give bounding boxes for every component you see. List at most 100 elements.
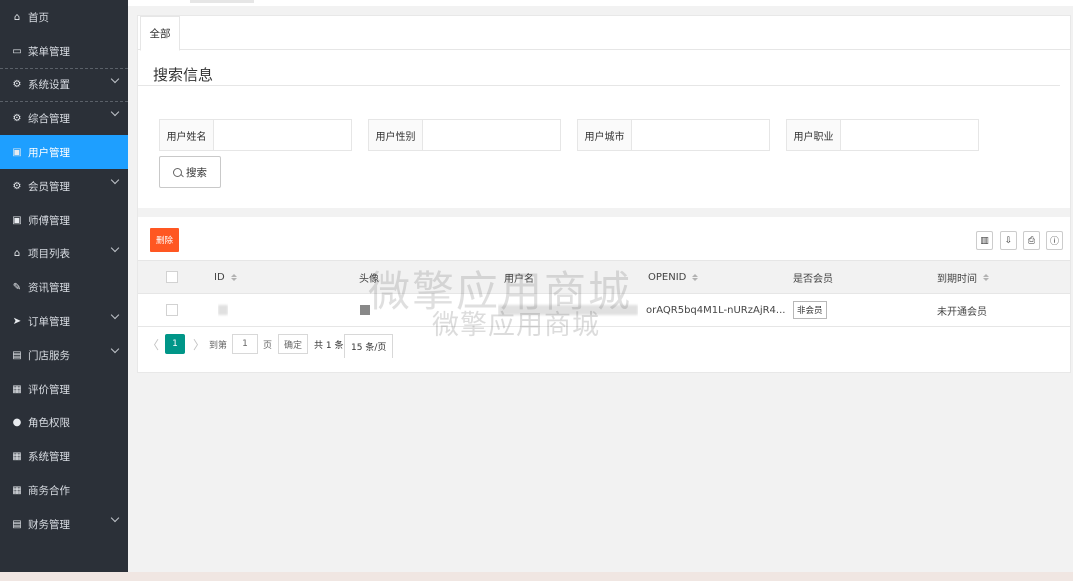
document-icon: ▤ [12, 349, 22, 361]
sidebar-item[interactable]: ▤ 财务管理 [0, 507, 128, 541]
sidebar-item[interactable]: ⚙ 系统设置 [0, 67, 128, 102]
sort-icon[interactable] [692, 273, 699, 281]
row-checkbox[interactable] [166, 294, 178, 326]
row-openid: orAQR5bq4M1L-nURzAjR4... [646, 304, 786, 316]
sort-icon[interactable] [230, 273, 237, 281]
search-field-city-label: 用户城市 [578, 120, 632, 150]
sidebar-item-label: 会员管理 [28, 180, 70, 193]
tab-bar: 全部 [138, 16, 1070, 51]
search-field-gender-label: 用户性别 [369, 120, 423, 150]
chevron-down-icon [110, 108, 120, 117]
sidebar-item[interactable]: ▦ 商务合作 [0, 473, 128, 507]
sidebar-item[interactable]: ▣ 用户管理 [0, 135, 128, 169]
sidebar-item-label: 综合管理 [28, 113, 70, 126]
chevron-down-icon [110, 74, 120, 83]
window-icon: ▭ [12, 45, 22, 57]
sidebar-item-label: 订单管理 [28, 316, 70, 329]
top-tab-strip [128, 0, 1073, 6]
car-icon: ● [12, 417, 22, 429]
search-button-label: 搜索 [186, 166, 207, 179]
row-expire: 未开通会员 [937, 306, 987, 318]
pager-goto-input[interactable]: 1 [232, 334, 258, 354]
sidebar-item-label: 用户管理 [28, 147, 70, 160]
sidebar-item-label: 系统管理 [28, 451, 70, 464]
chevron-down-icon [110, 243, 120, 252]
sidebar-item-label: 首页 [28, 11, 49, 24]
sidebar-item-label: 角色权限 [28, 417, 70, 430]
search-field-name: 用户姓名 [159, 119, 352, 151]
info-icon[interactable]: ⓘ [1046, 231, 1063, 250]
pager-confirm-button[interactable]: 确定 [278, 334, 308, 354]
active-page-tab[interactable] [190, 0, 254, 3]
pager-size-select[interactable]: 15 条/页 [344, 334, 394, 358]
sidebar: ⌂ 首页 ▭ 菜单管理 ⚙ 系统设置 ⚙ 综合管理 ▣ 用户管理 ⚙ 会员管理 ▣ 师傅管理 ⌂ 项目列表 ✎ 资… [0, 0, 128, 572]
sidebar-item[interactable]: ● 角色权限 [0, 406, 128, 440]
watermark-small: 微擎应用商城 [432, 310, 600, 341]
chevron-down-icon [110, 310, 120, 320]
chevron-down-icon [110, 513, 120, 523]
contact-card-icon: ▣ [12, 214, 22, 226]
pager-page-unit: 页 [263, 340, 273, 351]
print-icon[interactable]: ⎙ [1023, 231, 1040, 250]
search-title-divider [138, 85, 1060, 86]
calendar-icon: ▦ [12, 383, 22, 395]
column-header-member: 是否会员 [793, 273, 833, 285]
column-header-expire-label: 到期时间 [937, 273, 977, 285]
sidebar-item[interactable]: ▭ 菜单管理 [0, 34, 128, 68]
pagination: 〈 1 〉 到第 1 页 确定 共 1 条 15 条/页 [138, 334, 1070, 360]
select-all-checkbox[interactable] [166, 261, 178, 293]
search-field-job-label: 用户职业 [787, 120, 841, 150]
tab-all[interactable]: 全部 [140, 16, 180, 51]
search-field-job: 用户职业 [786, 119, 979, 151]
bank-icon: ⌂ [13, 248, 21, 260]
sidebar-item[interactable]: ▦ 评价管理 [0, 372, 128, 406]
search-button[interactable]: 搜索 [159, 156, 221, 188]
delete-button[interactable]: 删除 [150, 228, 179, 252]
export-icon[interactable]: ⇩ [1000, 231, 1017, 250]
columns-filter-icon[interactable]: ▥ [976, 231, 993, 250]
column-header-openid[interactable]: OPENID [648, 261, 699, 293]
member-badge: 非会员 [793, 301, 827, 319]
column-header-id[interactable]: ID [214, 261, 237, 293]
sidebar-item-label: 菜单管理 [28, 45, 70, 58]
sidebar-item-label: 资讯管理 [28, 282, 70, 295]
pager-goto-label: 到第 [209, 340, 228, 351]
edit-icon: ✎ [12, 282, 22, 294]
calendar-icon: ▦ [12, 485, 22, 497]
sidebar-item-label: 评价管理 [28, 383, 70, 396]
contact-card-icon: ▣ [12, 147, 22, 159]
gears-icon: ⚙ [12, 113, 22, 125]
search-gender-input[interactable] [423, 120, 560, 150]
sidebar-item-label: 商务合作 [28, 485, 70, 498]
search-field-city: 用户城市 [577, 119, 770, 151]
column-header-expire[interactable]: 到期时间 [937, 261, 989, 293]
sidebar-item[interactable]: ▣ 师傅管理 [0, 203, 128, 237]
sidebar-item[interactable]: ▤ 门店服务 [0, 338, 128, 372]
search-section-title: 搜索信息 [153, 66, 214, 84]
search-city-input[interactable] [632, 120, 769, 150]
search-field-name-label: 用户姓名 [160, 120, 214, 150]
gears-icon: ⚙ [12, 180, 22, 192]
gears-icon: ⚙ [12, 79, 22, 91]
search-field-gender: 用户性别 [368, 119, 561, 151]
chevron-down-icon [110, 175, 120, 185]
section-divider [138, 208, 1070, 217]
sidebar-item[interactable]: ⚙ 综合管理 [0, 101, 128, 135]
sidebar-item-label: 门店服务 [28, 349, 70, 362]
sidebar-item[interactable]: ⌂ 首页 [0, 0, 128, 34]
sort-icon[interactable] [983, 273, 989, 281]
row-member-status: 非会员 [793, 294, 827, 326]
pager-next-button[interactable]: 〉 [193, 334, 205, 354]
search-name-input[interactable] [214, 120, 351, 150]
sidebar-item[interactable]: ✎ 资讯管理 [0, 270, 128, 304]
row-id-blurred [218, 294, 228, 326]
pager-current-page[interactable]: 1 [165, 334, 185, 354]
search-icon [173, 167, 182, 177]
document-icon: ▤ [12, 518, 22, 530]
sidebar-item[interactable]: ▦ 系统管理 [0, 439, 128, 473]
sidebar-item[interactable]: ⚙ 会员管理 [0, 169, 128, 203]
pager-prev-button[interactable]: 〈 [147, 334, 159, 354]
sidebar-item[interactable]: ⌂ 项目列表 [0, 237, 128, 271]
search-job-input[interactable] [841, 120, 978, 150]
sidebar-item[interactable]: ➤ 订单管理 [0, 304, 128, 338]
